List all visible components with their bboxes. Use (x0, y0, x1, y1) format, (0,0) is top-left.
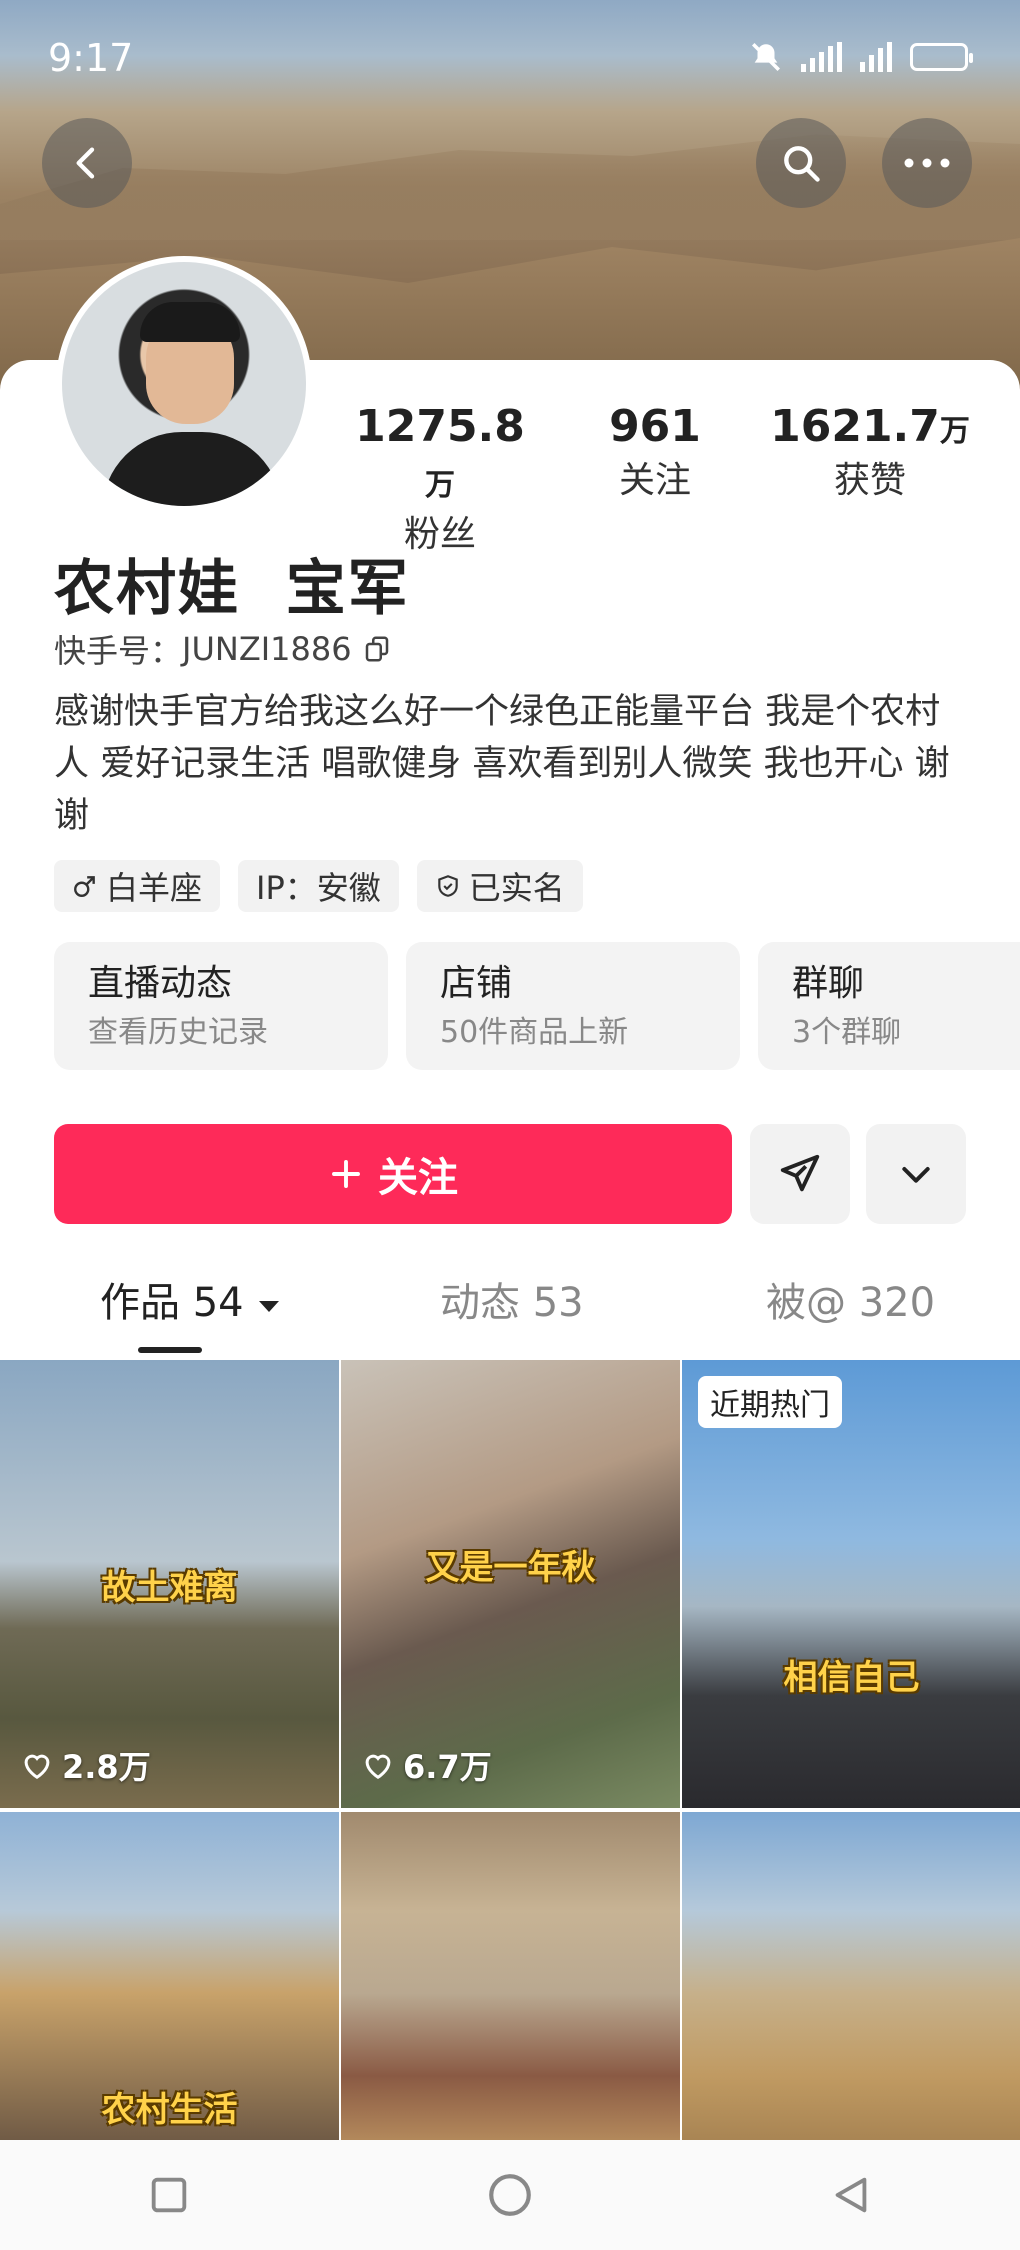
tag-verified: 已实名 (416, 860, 583, 912)
feature-group-chat[interactable]: 群聊 3个群聊 (758, 942, 1020, 1070)
video-item[interactable]: 农村生活 (0, 1812, 339, 2142)
back-button[interactable] (42, 118, 132, 208)
video-item[interactable]: 又是一年秋 6.7万 (341, 1360, 680, 1808)
status-bar: 9:17 (0, 0, 1020, 110)
plus-icon (332, 1160, 360, 1188)
content-tabs: 作品 54 动态 53 被@ 320 (0, 1270, 1020, 1350)
tab-mentions[interactable]: 被@ 320 (766, 1270, 935, 1328)
recent-apps-icon[interactable] (146, 2172, 192, 2218)
kuaishou-id[interactable]: 快手号： JUNZI1886 (54, 626, 392, 672)
video-item[interactable] (341, 1812, 680, 2142)
video-item[interactable]: 近期热门 相信自己 (682, 1360, 1020, 1808)
feature-shop[interactable]: 店铺 50件商品上新 (406, 942, 740, 1070)
heart-icon (365, 1754, 391, 1780)
back-arrow-icon (76, 147, 95, 179)
more-dots-icon (904, 158, 950, 168)
profile-name: 农村娃 宝军 (54, 554, 410, 624)
follow-button[interactable]: 关注 (54, 1124, 732, 1224)
send-icon (780, 1154, 820, 1192)
shield-icon (438, 875, 458, 897)
search-icon (784, 146, 820, 182)
more-button[interactable] (882, 118, 972, 208)
profile-tags: 白羊座 IP：安徽 已实名 (54, 860, 583, 912)
stat-fans[interactable]: 1275.8万 粉丝 (350, 400, 530, 555)
active-tab-indicator (138, 1347, 202, 1353)
stat-following-label: 关注 (618, 460, 691, 501)
home-icon[interactable] (485, 2170, 535, 2220)
tab-works[interactable]: 作品 54 (100, 1270, 282, 1328)
chevron-down-icon (902, 1167, 930, 1183)
search-button[interactable] (756, 118, 846, 208)
hot-badge: 近期热门 (698, 1376, 842, 1428)
stat-likes[interactable]: 1621.7万 获赞 (770, 400, 970, 510)
kuaishou-id-label: 快手号： (54, 632, 183, 670)
video-item[interactable]: 故土难离 2.8万 (0, 1360, 339, 1808)
mute-icon (751, 42, 781, 72)
tab-moments[interactable]: 动态 53 (440, 1270, 584, 1328)
stat-following[interactable]: 961 关注 (580, 400, 730, 510)
back-triangle-icon[interactable] (828, 2172, 874, 2218)
male-icon (74, 876, 95, 897)
kuaishou-id-value: JUNZI1886 (182, 630, 352, 668)
battery-icon (910, 43, 973, 71)
profile-bio: 感谢快手官方给我这么好一个绿色正能量平台 我是个农村人 爱好记录生活 唱歌健身 … (54, 692, 950, 836)
status-time: 9:17 (48, 36, 134, 80)
system-nav-bar (0, 2140, 1020, 2250)
avatar[interactable] (56, 256, 312, 512)
heart-icon (24, 1754, 50, 1780)
send-message-button[interactable] (750, 1124, 850, 1224)
signal-icon (801, 42, 842, 72)
more-options-dropdown[interactable] (866, 1124, 966, 1224)
copy-icon[interactable] (362, 634, 392, 664)
feature-live-history[interactable]: 直播动态 查看历史记录 (54, 942, 388, 1070)
tag-zodiac: 白羊座 (54, 860, 221, 912)
stat-likes-label: 获赞 (833, 460, 906, 501)
tag-ip: IP：安徽 (238, 860, 399, 912)
video-item[interactable] (682, 1812, 1020, 2142)
signal-icon-2 (860, 42, 892, 72)
caret-down-icon (259, 1301, 280, 1312)
